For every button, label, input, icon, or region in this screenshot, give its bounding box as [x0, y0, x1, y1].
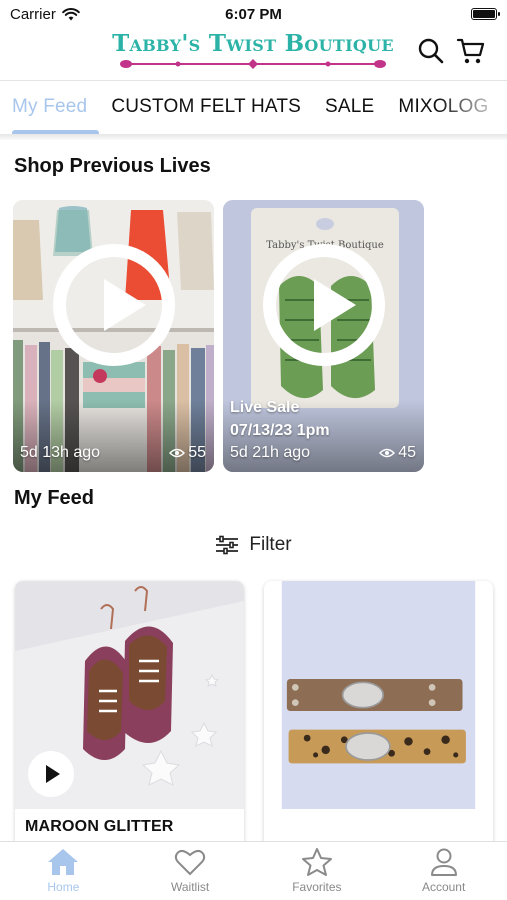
category-tabs: My Feed CUSTOM FELT HATS SALE MIXOLOG	[0, 80, 507, 134]
nav-favorites[interactable]: Favorites	[254, 842, 381, 900]
nav-home[interactable]: Home	[0, 842, 127, 900]
filter-button[interactable]: Filter	[0, 534, 507, 556]
star-icon	[301, 848, 332, 876]
nav-account[interactable]: Account	[380, 842, 507, 900]
filter-label: Filter	[249, 534, 292, 555]
play-button-icon[interactable]	[53, 244, 175, 366]
person-icon	[430, 848, 457, 876]
battery-icon	[471, 8, 500, 20]
tab-custom-felt-hats[interactable]: CUSTOM FELT HATS	[99, 81, 313, 134]
live-age: 5d 21h ago	[230, 444, 311, 461]
search-icon[interactable]	[416, 36, 446, 66]
filter-icon	[216, 535, 239, 555]
tabs-divider	[0, 134, 507, 140]
live-label: Live Sale 07/13/23 1pm	[230, 396, 330, 442]
carrier-label: Carrier	[10, 5, 56, 23]
product-image	[281, 581, 476, 809]
brand-ornament-icon	[120, 59, 386, 69]
play-button-icon[interactable]	[263, 244, 385, 366]
nav-label: Favorites	[292, 880, 342, 894]
live-views: 45	[379, 444, 416, 462]
product-title: MAROON GLITTER	[25, 818, 174, 835]
product-card[interactable]: MAROON GLITTER	[15, 581, 244, 851]
brand-name: Tabby's Twist Boutique	[112, 30, 394, 57]
tab-my-feed[interactable]: My Feed	[0, 81, 100, 134]
cart-icon[interactable]	[456, 36, 486, 66]
section-title-feed: My Feed	[14, 487, 95, 509]
heart-icon	[175, 849, 206, 876]
live-label-line1: Live Sale	[230, 399, 300, 416]
wifi-icon	[62, 7, 80, 20]
nav-label: Account	[421, 880, 466, 894]
nav-label: Home	[47, 880, 80, 894]
video-play-icon[interactable]	[28, 751, 74, 797]
section-title-lives: Shop Previous Lives	[14, 155, 211, 177]
live-age: 5d 13h ago	[20, 444, 101, 461]
product-card[interactable]	[264, 581, 493, 851]
tab-sale[interactable]: SALE	[313, 81, 386, 134]
tabs-fade	[437, 81, 507, 134]
status-left: Carrier	[10, 6, 80, 23]
eye-icon	[379, 448, 396, 458]
live-card[interactable]: Tabby's Twist Boutique Live Sale 07/13/2…	[223, 200, 424, 472]
live-card[interactable]: 5d 13h ago 55	[13, 200, 214, 472]
status-bar: Carrier 6:07 PM	[0, 0, 507, 28]
app-header: Tabby's Twist Boutique	[0, 28, 507, 78]
live-views-count: 55	[188, 444, 206, 461]
live-views: 55	[169, 444, 206, 462]
home-icon	[48, 849, 79, 875]
nav-label: Waitlist	[171, 880, 210, 894]
live-label-line2: 07/13/23 1pm	[230, 422, 330, 439]
brand-logo[interactable]: Tabby's Twist Boutique	[112, 30, 394, 70]
eye-icon	[169, 448, 186, 458]
live-views-count: 45	[398, 444, 416, 461]
bottom-nav: Home Waitlist Favorites Account	[0, 841, 507, 900]
nav-waitlist[interactable]: Waitlist	[127, 842, 254, 900]
